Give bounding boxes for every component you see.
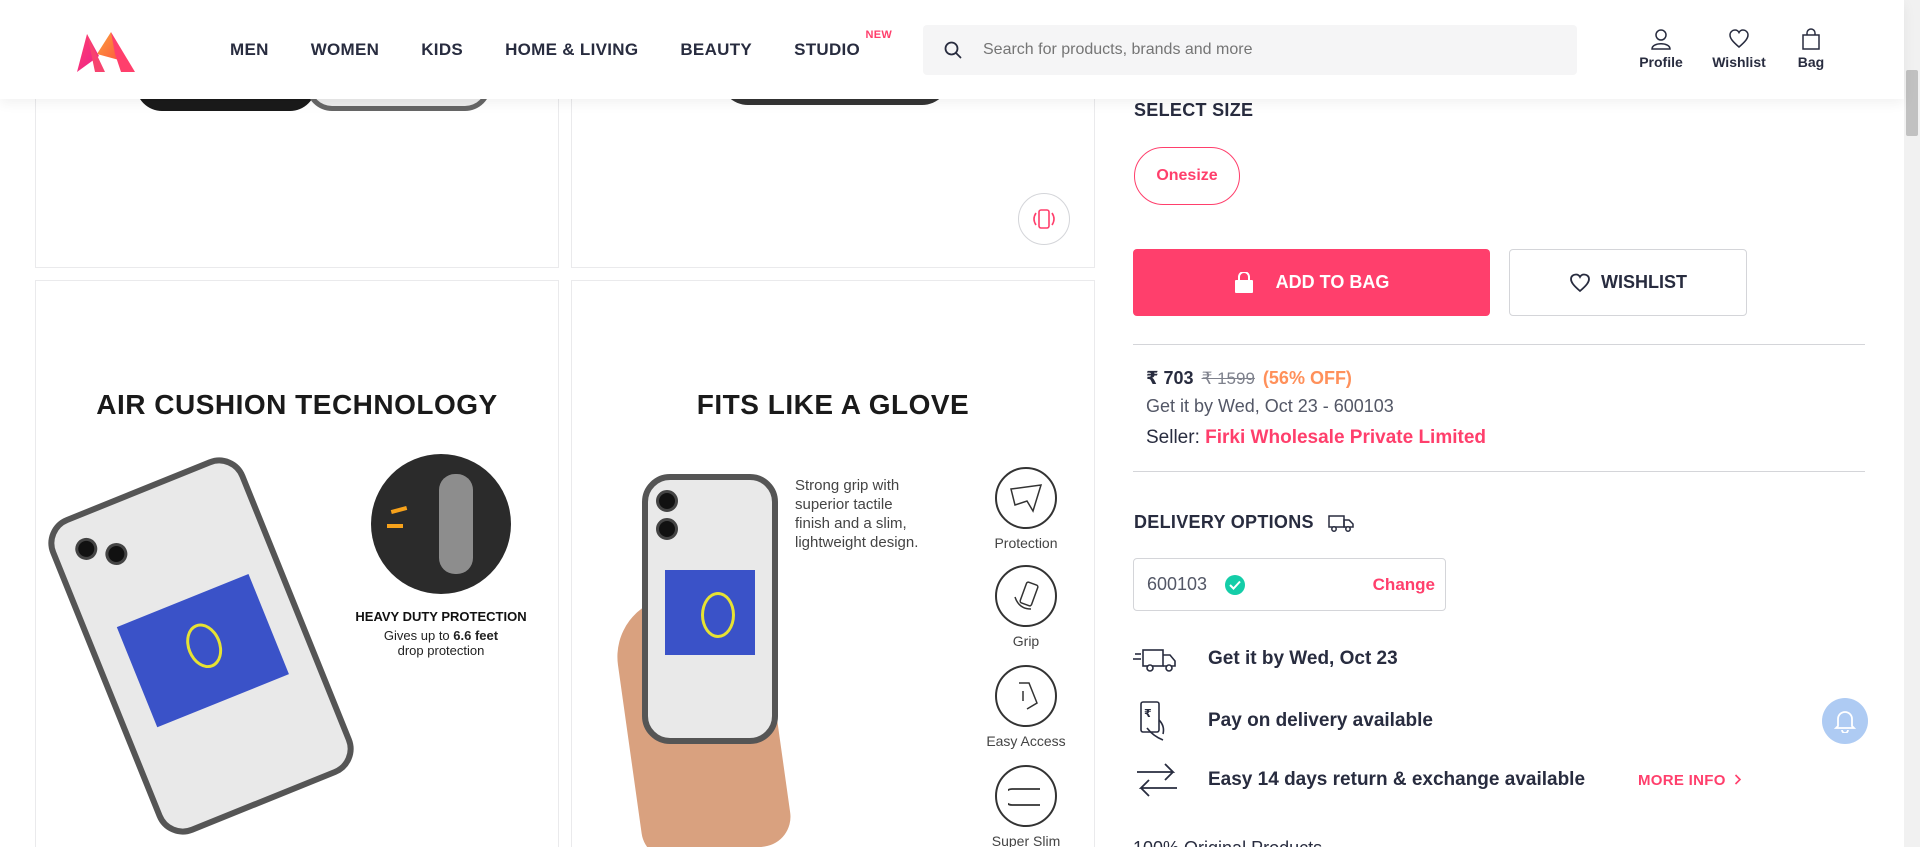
add-to-bag-label: ADD TO BAG [1275, 272, 1390, 292]
myntra-logo[interactable] [75, 30, 139, 74]
more-info-link[interactable]: MORE INFO [1638, 772, 1742, 789]
case-artwork [665, 570, 755, 656]
heart-icon [1729, 29, 1749, 48]
delivery-eta: Get it by Wed, Oct 23 - 600103 [1146, 396, 1394, 416]
touch-icon [995, 665, 1057, 727]
add-to-bag-button[interactable]: ADD TO BAG [1133, 249, 1490, 316]
zoom-detail-circle [371, 454, 511, 594]
top-header: MEN WOMEN KIDS HOME & LIVING BEAUTY STUD… [0, 0, 1904, 99]
search-input[interactable] [983, 41, 1543, 59]
check-circle-icon [1225, 574, 1246, 595]
selling-price: ₹ 703 [1146, 368, 1194, 388]
chevron-right-icon [1735, 774, 1742, 785]
change-pincode-link[interactable]: Change [1373, 575, 1435, 595]
delivery-row-pod: ₹ Pay on delivery available [1133, 700, 1433, 742]
scrollbar-thumb[interactable] [1906, 70, 1918, 136]
wishlist-header-button[interactable]: Wishlist [1708, 28, 1770, 70]
truck-icon [1328, 514, 1354, 532]
mrp-price: ₹ 1599 [1201, 369, 1255, 388]
nav-kids[interactable]: KIDS [421, 40, 463, 60]
wishlist-header-label: Wishlist [1712, 54, 1766, 70]
nav-home-living[interactable]: HOME & LIVING [505, 40, 638, 60]
fast-truck-icon [1133, 644, 1208, 674]
case-artwork [116, 573, 290, 728]
fit-description: Strong grip with superior tactile finish… [795, 477, 919, 551]
divider [1133, 344, 1865, 345]
heart-icon [1570, 273, 1590, 292]
divider [1133, 471, 1865, 472]
nav-studio-label: STUDIO [794, 39, 861, 59]
hand-grip-icon [995, 565, 1057, 627]
returns-text: Easy 14 days return & exchange available [1208, 769, 1586, 790]
phone-case-illustration [642, 474, 778, 744]
protection-callout: HEAVY DUTY PROTECTION Gives up to 6.6 fe… [351, 609, 531, 658]
bell-icon [1834, 711, 1856, 733]
shield-icon [995, 467, 1057, 529]
camera-lens [71, 534, 101, 564]
image-title: AIR CUSHION TECHNOLOGY [96, 389, 498, 420]
camera-lens [656, 518, 678, 540]
seller-name-link[interactable]: Firki Wholesale Private Limited [1205, 427, 1486, 448]
seller-label: Seller: [1146, 427, 1206, 448]
callout-line1: Gives up to 6.6 feet [383, 628, 499, 643]
product-image-3[interactable]: AIR CUSHION TECHNOLOGY HEAVY DUTY PROTEC… [35, 280, 559, 847]
bag-button[interactable]: Bag [1786, 28, 1836, 70]
new-badge: NEW [865, 28, 893, 41]
profile-icon [1651, 29, 1671, 50]
profile-button[interactable]: Profile [1630, 28, 1692, 70]
svg-text:₹: ₹ [1144, 707, 1152, 720]
camera-lens [102, 539, 131, 569]
nav-studio[interactable]: STUDIO NEW [794, 29, 892, 60]
phone-case-illustration [39, 449, 363, 843]
profile-label: Profile [1639, 54, 1683, 70]
feature-easy-access: Easy Access [966, 665, 1086, 749]
pincode-value: 600103 [1147, 574, 1208, 594]
header-actions: Profile Wishlist Bag [1630, 28, 1836, 70]
price-block: ₹ 703 ₹ 1599 (56% OFF) [1146, 368, 1352, 389]
main-nav: MEN WOMEN KIDS HOME & LIVING BEAUTY STUD… [230, 0, 902, 99]
arrow-mark [387, 524, 403, 528]
search-icon[interactable] [923, 41, 983, 59]
notification-bell-button[interactable] [1822, 698, 1868, 744]
case-corner [439, 474, 473, 574]
exchange-arrows-icon [1133, 760, 1208, 800]
rotate-phone-icon [1033, 209, 1055, 229]
bag-label: Bag [1797, 54, 1825, 70]
pincode-field[interactable]: 600103 Change [1133, 558, 1446, 611]
size-option-onesize[interactable]: Onesize [1134, 147, 1240, 205]
nav-beauty[interactable]: BEAUTY [680, 40, 752, 60]
original-products-text: 100% Original Products [1133, 838, 1322, 847]
feature-grip: Grip [966, 565, 1086, 649]
bag-icon [1802, 28, 1820, 50]
discount-label: (56% OFF) [1262, 368, 1352, 388]
wishlist-button[interactable]: WISHLIST [1509, 249, 1747, 316]
camera-lens [656, 490, 678, 512]
select-size-title: SELECT SIZE [1134, 100, 1254, 120]
image-title: FITS LIKE A GLOVE [696, 389, 970, 420]
delivery-row-eta: Get it by Wed, Oct 23 [1133, 644, 1398, 674]
nav-women[interactable]: WOMEN [311, 40, 380, 60]
product-image-4[interactable]: FITS LIKE A GLOVE Strong grip with super… [571, 280, 1095, 847]
search-bar[interactable] [923, 25, 1577, 75]
delivery-eta-text: Get it by Wed, Oct 23 [1208, 648, 1398, 669]
feature-protection: Protection [966, 467, 1086, 551]
delivery-options-title: DELIVERY OPTIONS [1134, 512, 1354, 533]
wishlist-label: WISHLIST [1601, 272, 1687, 292]
cash-on-delivery-icon: ₹ [1133, 700, 1208, 742]
slim-profile-icon [995, 765, 1057, 827]
feature-super-slim: Super Slim [966, 765, 1086, 847]
arrow-mark [390, 505, 408, 515]
bag-icon [1234, 271, 1253, 293]
view-similar-rotate-button[interactable] [1018, 193, 1070, 245]
callout-line2: drop protection [397, 643, 485, 658]
nav-men[interactable]: MEN [230, 40, 269, 60]
delivery-row-returns: Easy 14 days return & exchange available [1133, 760, 1585, 800]
pay-on-delivery-text: Pay on delivery available [1208, 710, 1433, 731]
callout-title: HEAVY DUTY PROTECTION [355, 609, 527, 624]
seller-info: Seller: Firki Wholesale Private Limited [1146, 427, 1486, 449]
